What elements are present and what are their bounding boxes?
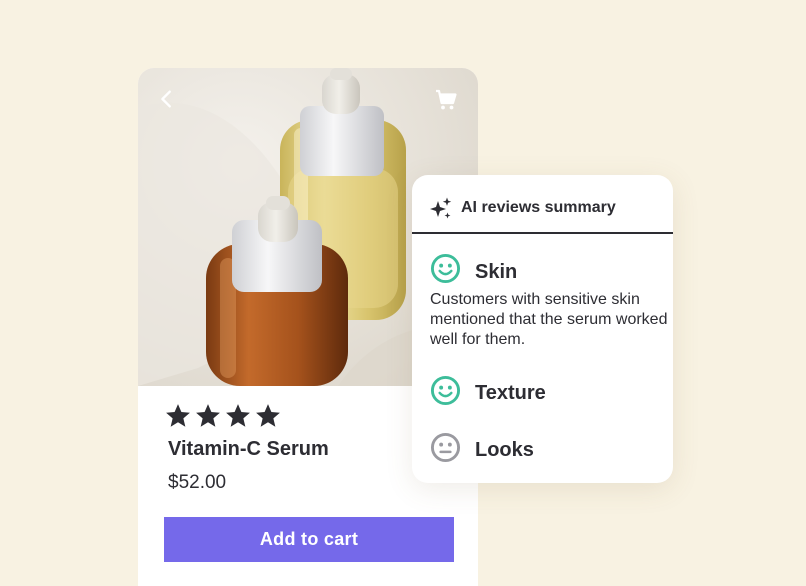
sparkle-icon — [430, 197, 452, 219]
aspect-description-skin: Customers with sensitive skin mentioned … — [430, 291, 668, 348]
add-to-cart-button[interactable]: Add to cart — [164, 517, 454, 562]
aspect-label-skin: Skin — [475, 261, 518, 283]
star-rating — [164, 402, 282, 430]
summary-title: AI reviews summary — [461, 199, 616, 216]
star-icon — [166, 404, 190, 427]
star-icon — [256, 404, 280, 427]
shopping-cart-icon[interactable] — [434, 88, 458, 112]
product-price: $52.00 — [168, 472, 227, 493]
aspect-label-looks: Looks — [475, 439, 534, 461]
chevron-left-icon[interactable] — [156, 88, 178, 110]
ai-reviews-summary-card: AI reviews summary Skin Customers with s… — [412, 175, 673, 483]
star-icon — [226, 404, 250, 427]
star-icon — [196, 404, 220, 427]
smiley-neutral-icon — [430, 432, 461, 463]
smiley-happy-icon — [430, 253, 461, 284]
smiley-happy-icon — [430, 375, 461, 406]
aspect-label-texture: Texture — [475, 382, 546, 404]
summary-header: AI reviews summary — [412, 175, 673, 234]
product-name: Vitamin-C Serum — [168, 438, 329, 460]
